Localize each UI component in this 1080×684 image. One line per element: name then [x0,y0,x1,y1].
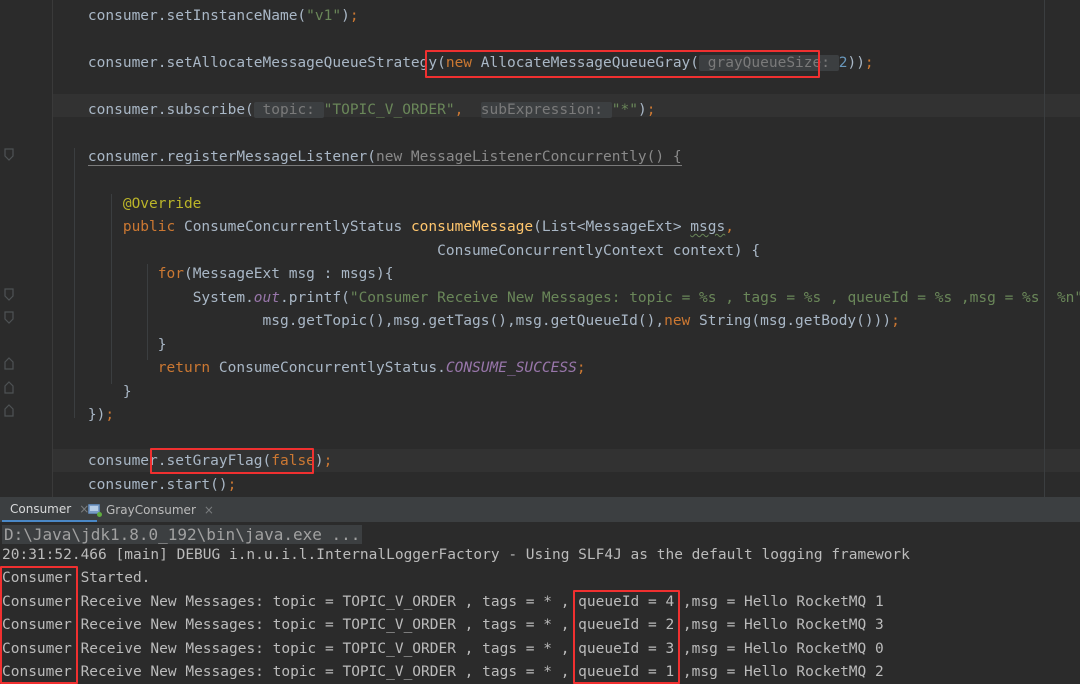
close-icon[interactable]: × [204,503,214,517]
fold-end-marker-icon[interactable] [4,404,15,417]
tab-gray-consumer[interactable]: GrayConsumer × [80,497,222,522]
code-line: } [122,384,132,400]
code-editor[interactable]: consumer.setInstanceName("v1"); consumer… [0,0,1080,497]
fold-marker-icon[interactable] [4,288,15,301]
run-console-panel[interactable]: Consumer × GrayConsumer × D:\Java\jdk1.8… [0,497,1080,684]
code-line: return ConsumeConcurrentlyStatus.CONSUME… [157,360,586,376]
code-line: consumer.subscribe( topic: "TOPIC_V_ORDE… [87,102,656,118]
fold-end-marker-icon[interactable] [4,357,15,370]
java-command-text: D:\Java\jdk1.8.0_192\bin\java.exe ... [2,525,363,544]
code-line: consumer.setGrayFlag(false); [87,453,333,469]
code-line: @Override [122,196,202,212]
console-command-line: D:\Java\jdk1.8.0_192\bin\java.exe ... [2,525,363,546]
code-line: ConsumeConcurrentlyContext context) { [437,243,761,259]
console-line: Consumer Receive New Messages: topic = T… [2,641,884,657]
fold-marker-icon[interactable] [4,311,15,324]
console-line: Consumer Receive New Messages: topic = T… [2,664,884,680]
code-line: consumer.setAllocateMessageQueueStrategy… [87,55,874,71]
console-output[interactable]: D:\Java\jdk1.8.0_192\bin\java.exe ... 20… [0,522,1080,684]
console-line: Consumer Receive New Messages: topic = T… [2,594,884,610]
tab-gray-consumer-label: GrayConsumer [106,502,196,517]
console-line: Consumer Receive New Messages: topic = T… [2,617,884,633]
tab-consumer-label: Consumer [10,501,72,516]
ide-window: consumer.setInstanceName("v1"); consumer… [0,0,1080,684]
code-line: public ConsumeConcurrentlyStatus consume… [122,219,734,235]
code-line: consumer.setInstanceName("v1"); [87,8,359,24]
fold-end-marker-icon[interactable] [4,381,15,394]
fold-marker-icon[interactable] [4,148,15,161]
code-line: }); [87,407,115,423]
code-line: consumer.registerMessageListener(new Mes… [87,149,682,166]
code-line: msg.getTopic(),msg.getTags(),msg.getQueu… [262,313,900,329]
run-configuration-icon [88,503,102,517]
console-tab-bar[interactable]: Consumer × GrayConsumer × [0,497,1080,523]
code-line: consumer.start(); [87,477,237,493]
code-lines: consumer.setInstanceName("v1"); consumer… [53,0,1080,497]
code-line: } [157,337,167,353]
console-line-debug: 20:31:52.466 [main] DEBUG i.n.u.i.l.Inte… [2,547,910,563]
code-line: for(MessageExt msg : msgs){ [157,266,394,282]
editor-gutter[interactable] [0,0,53,497]
code-line: System.out.printf("Consumer Receive New … [192,290,1080,306]
console-line: Consumer Started. [2,570,151,586]
